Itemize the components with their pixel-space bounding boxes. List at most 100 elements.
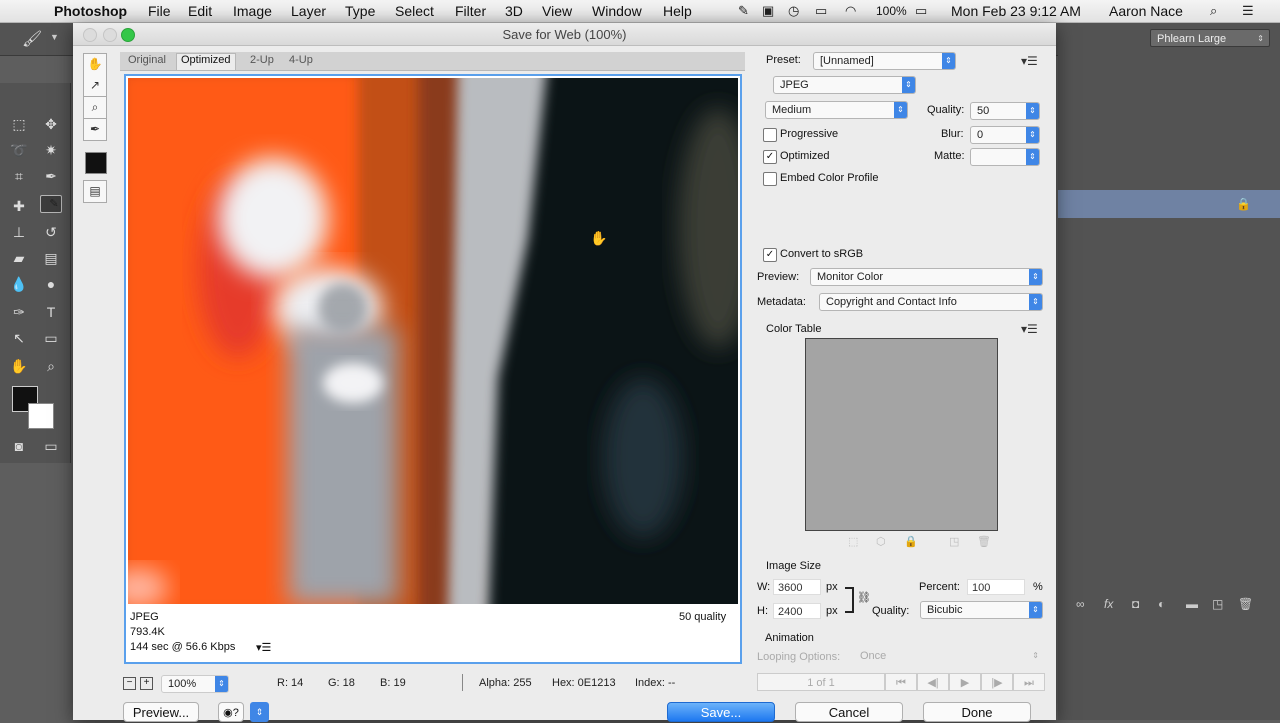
evernote-icon[interactable]: ✎ bbox=[738, 3, 749, 19]
color-table-swatches[interactable] bbox=[805, 338, 998, 531]
workspace-select[interactable]: Phlearn Large ⇕ bbox=[1150, 29, 1270, 47]
toggle-slices-icon[interactable]: ▤ bbox=[83, 180, 107, 203]
web-shift-icon[interactable]: ⬡ bbox=[876, 535, 886, 548]
user-name[interactable]: Aaron Nace bbox=[1109, 3, 1183, 19]
link-icon[interactable]: ⛓ bbox=[857, 591, 871, 604]
optimized-checkbox[interactable]: ✓ bbox=[763, 150, 777, 164]
zoom-out-button[interactable]: − bbox=[123, 677, 136, 690]
battery-icon[interactable]: ▭ bbox=[915, 3, 927, 19]
type-tool-icon[interactable]: T bbox=[40, 301, 62, 323]
tab-4-up[interactable]: 4-Up bbox=[289, 54, 313, 66]
preset-select[interactable]: [Unnamed] ⇕ bbox=[813, 52, 956, 70]
blur-input[interactable]: 0 ⇕ bbox=[970, 126, 1040, 144]
time-machine-icon[interactable]: ◷ bbox=[788, 3, 799, 19]
slice-select-tool-icon[interactable]: ↗ bbox=[83, 75, 107, 97]
menu-help[interactable]: Help bbox=[663, 3, 692, 19]
menu-file[interactable]: File bbox=[148, 3, 171, 19]
new-layer-icon[interactable]: ◳ bbox=[1212, 597, 1223, 611]
trash-icon[interactable]: 🗑 bbox=[1238, 597, 1253, 611]
history-brush-tool-icon[interactable]: ↺ bbox=[40, 221, 62, 243]
eraser-tool-icon[interactable]: ▰ bbox=[8, 247, 30, 269]
settings-menu-icon[interactable]: ▾☰ bbox=[1021, 54, 1038, 68]
display-icon[interactable]: ▣ bbox=[762, 3, 774, 19]
menu-filter[interactable]: Filter bbox=[455, 3, 486, 19]
brush-tool-icon[interactable]: ✎ bbox=[40, 195, 62, 213]
screen-mode-icon[interactable]: ▭ bbox=[40, 435, 62, 457]
eyedropper-tool-icon[interactable]: ✒ bbox=[83, 119, 107, 141]
cancel-button[interactable]: Cancel bbox=[795, 702, 903, 722]
save-button[interactable]: Save... bbox=[667, 702, 775, 722]
download-rate-menu-icon[interactable]: ▾☰ bbox=[256, 641, 271, 654]
adjustment-layer-icon[interactable]: ◐ bbox=[1158, 597, 1165, 611]
notification-center-icon[interactable]: ☰ bbox=[1242, 3, 1254, 19]
previous-frame-icon[interactable]: ◀| bbox=[917, 673, 949, 691]
folder-icon[interactable]: ▬ bbox=[1186, 597, 1198, 611]
tab-2-up[interactable]: 2-Up bbox=[250, 54, 274, 66]
pen-tool-icon[interactable]: ✑ bbox=[8, 301, 30, 323]
done-button[interactable]: Done bbox=[923, 702, 1031, 722]
hand-tool-icon[interactable]: ✋ bbox=[83, 53, 107, 76]
convert-srgb-checkbox[interactable]: ✓ bbox=[763, 248, 777, 262]
menu-edit[interactable]: Edit bbox=[188, 3, 212, 19]
metadata-select[interactable]: Copyright and Contact Info ⇕ bbox=[819, 293, 1043, 311]
path-selection-tool-icon[interactable]: ↖ bbox=[8, 327, 30, 349]
lasso-tool-icon[interactable]: ➰ bbox=[8, 139, 30, 161]
zoom-select[interactable]: 100% ⇕ bbox=[161, 675, 229, 693]
looping-options-select[interactable]: Once ⇕ bbox=[860, 648, 1043, 664]
menu-image[interactable]: Image bbox=[233, 3, 272, 19]
eyedropper-color-swatch[interactable] bbox=[85, 152, 107, 174]
matte-select[interactable]: ⇕ bbox=[970, 148, 1040, 166]
color-table-menu-icon[interactable]: ▾☰ bbox=[1021, 322, 1038, 336]
clone-stamp-tool-icon[interactable]: ⊥ bbox=[8, 221, 30, 243]
menu-app-name[interactable]: Photoshop bbox=[54, 3, 127, 19]
preview-button[interactable]: Preview... bbox=[123, 702, 199, 722]
chevron-down-icon[interactable]: ▼ bbox=[50, 32, 59, 42]
width-input[interactable]: 3600 bbox=[773, 579, 821, 595]
menu-view[interactable]: View bbox=[542, 3, 572, 19]
zoom-tool-icon[interactable]: ⌕ bbox=[40, 355, 62, 377]
layer-mask-icon[interactable]: ◘ bbox=[1132, 597, 1139, 611]
percent-input[interactable]: 100 bbox=[967, 579, 1025, 595]
map-color-icon[interactable]: ⬚ bbox=[848, 535, 858, 548]
wifi-icon[interactable]: ◠ bbox=[845, 3, 856, 19]
brush-icon[interactable]: 🖌 bbox=[22, 29, 42, 49]
rectangle-tool-icon[interactable]: ▭ bbox=[40, 327, 62, 349]
fx-icon[interactable]: fx bbox=[1104, 597, 1113, 611]
healing-brush-tool-icon[interactable]: ✚ bbox=[8, 195, 30, 217]
hand-tool-icon[interactable]: ✋ bbox=[8, 355, 30, 377]
first-frame-icon[interactable]: ⏮ bbox=[885, 673, 917, 691]
preview-select[interactable]: Monitor Color ⇕ bbox=[810, 268, 1043, 286]
optimized-preview-pane[interactable]: ✋ JPEG 793.4K 144 sec @ 56.6 Kbps ▾☰ 50 … bbox=[124, 74, 742, 664]
tab-original[interactable]: Original bbox=[128, 54, 166, 66]
quick-mask-icon[interactable]: ◙ bbox=[8, 435, 30, 457]
tab-optimized[interactable]: Optimized bbox=[176, 53, 236, 70]
menu-3d[interactable]: 3D bbox=[505, 3, 523, 19]
zoom-tool-icon[interactable]: ⌕ bbox=[83, 97, 107, 119]
resample-quality-select[interactable]: Bicubic ⇕ bbox=[920, 601, 1043, 619]
link-layers-icon[interactable]: ∞ bbox=[1076, 597, 1085, 611]
menu-type[interactable]: Type bbox=[345, 3, 375, 19]
format-select[interactable]: JPEG ⇕ bbox=[773, 76, 916, 94]
clock[interactable]: Mon Feb 23 9:12 AM bbox=[951, 3, 1081, 19]
magic-wand-tool-icon[interactable]: ✷ bbox=[40, 139, 62, 161]
zoom-in-button[interactable]: + bbox=[140, 677, 153, 690]
move-tool-icon[interactable]: ✥ bbox=[40, 113, 62, 135]
crop-tool-icon[interactable]: ⌗ bbox=[8, 165, 30, 187]
spotlight-icon[interactable]: ⌕ bbox=[1210, 3, 1217, 19]
menu-window[interactable]: Window bbox=[592, 3, 642, 19]
compression-quality-select[interactable]: Medium ⇕ bbox=[765, 101, 908, 119]
next-frame-icon[interactable]: |▶ bbox=[981, 673, 1013, 691]
dodge-tool-icon[interactable]: ● bbox=[40, 273, 62, 295]
progressive-checkbox[interactable] bbox=[763, 128, 777, 142]
gradient-tool-icon[interactable]: ▤ bbox=[40, 247, 62, 269]
last-frame-icon[interactable]: ⏭ bbox=[1013, 673, 1045, 691]
quality-input[interactable]: 50 ⇕ bbox=[970, 102, 1040, 120]
lock-color-icon[interactable]: 🔒 bbox=[904, 535, 918, 548]
menu-select[interactable]: Select bbox=[395, 3, 434, 19]
embed-color-profile-checkbox[interactable] bbox=[763, 172, 777, 186]
airplay-icon[interactable]: ▭ bbox=[815, 3, 827, 19]
browser-preview-icon[interactable]: ◉? bbox=[218, 702, 244, 722]
delete-color-icon[interactable]: 🗑 bbox=[977, 535, 991, 548]
height-input[interactable]: 2400 bbox=[773, 603, 821, 619]
marquee-tool-icon[interactable]: ⬚ bbox=[8, 113, 30, 135]
